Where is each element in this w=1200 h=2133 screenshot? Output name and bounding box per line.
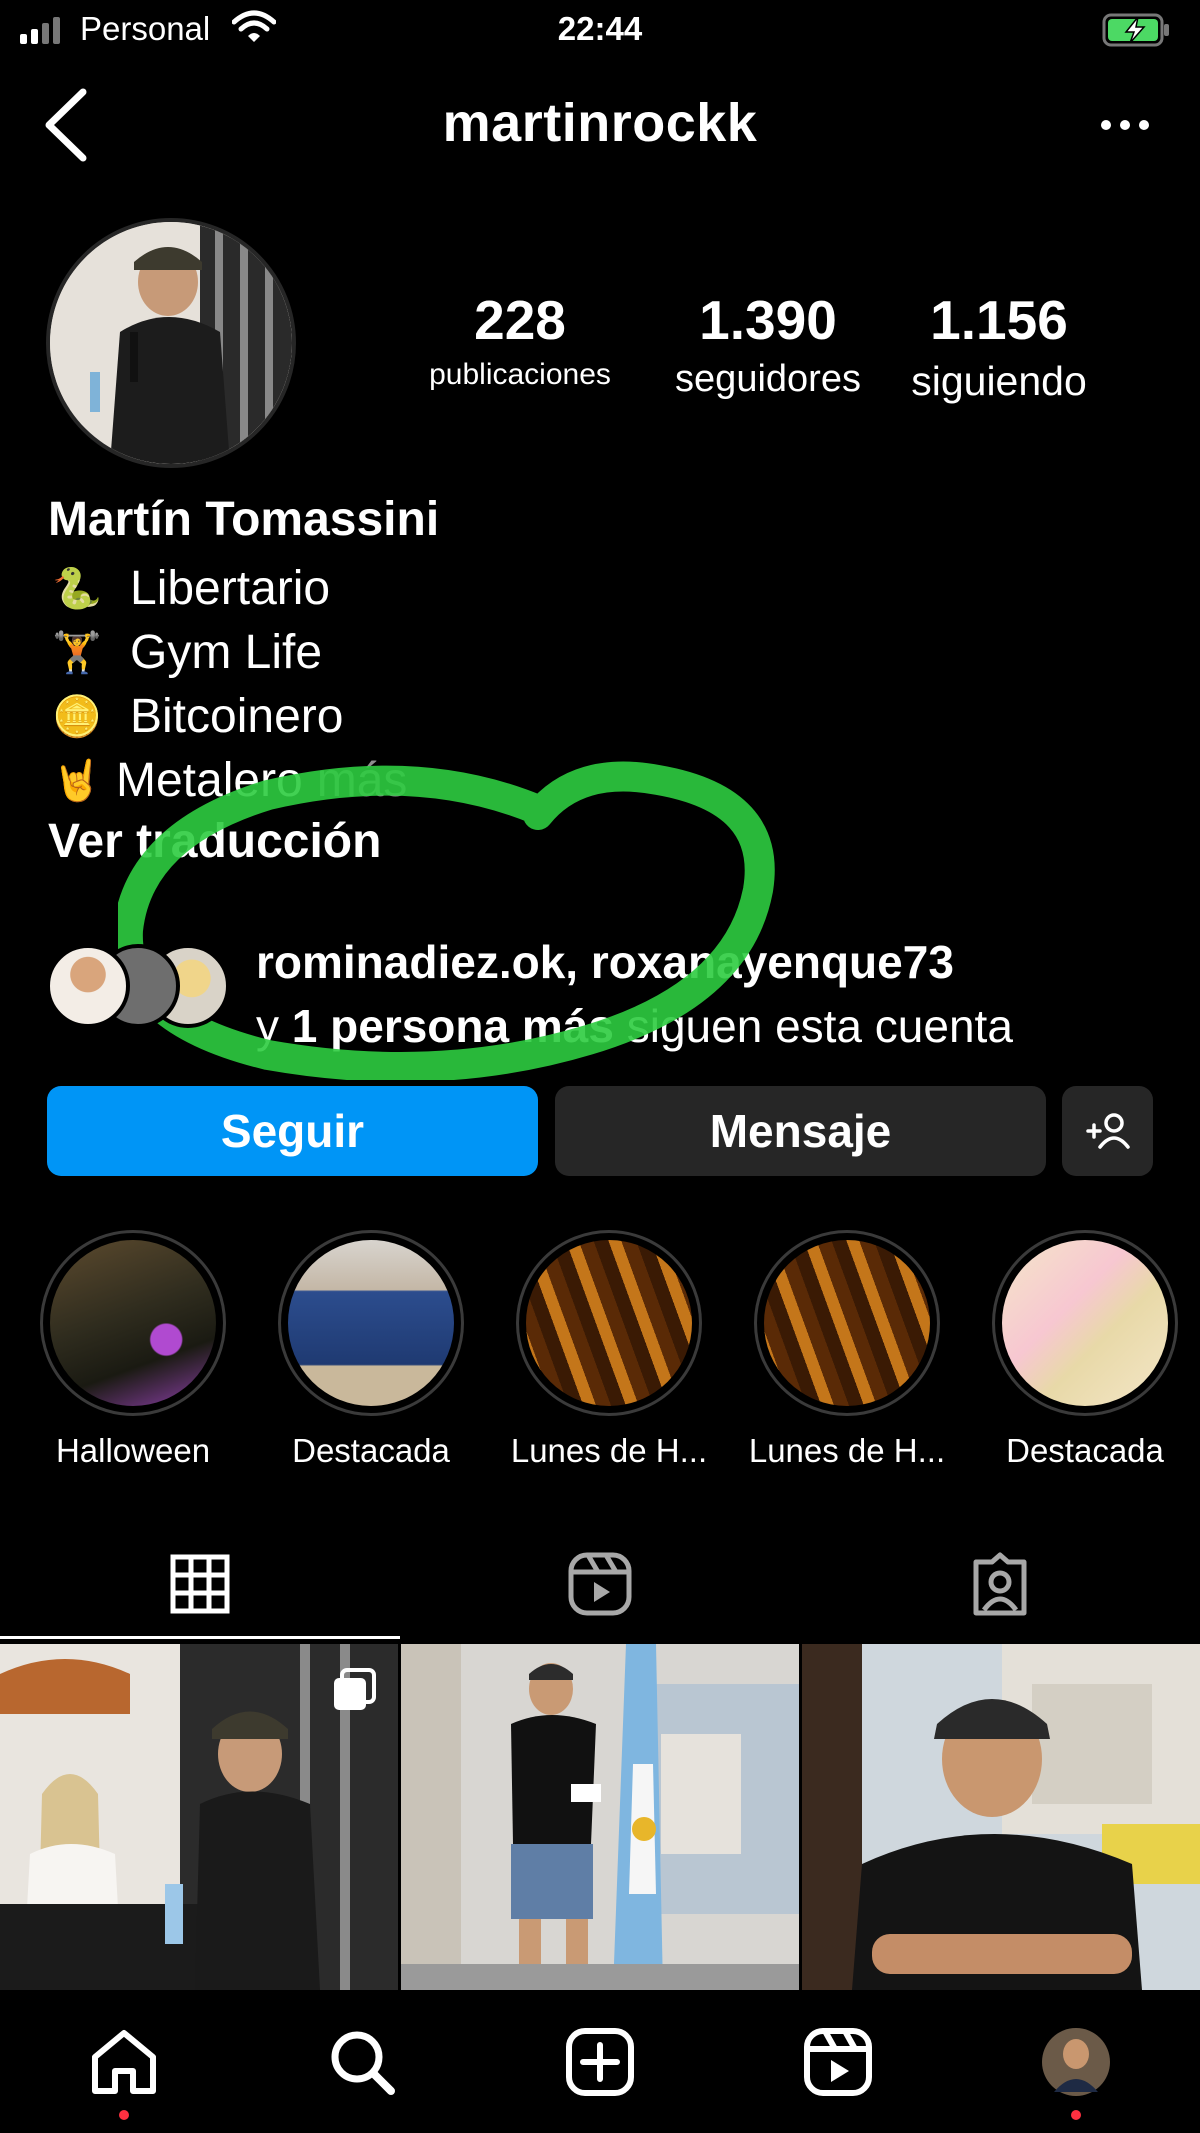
highlight-ring xyxy=(754,1230,940,1416)
tab-tagged[interactable] xyxy=(800,1530,1200,1638)
highlight-item[interactable]: Destacada xyxy=(980,1230,1190,1470)
create-icon[interactable] xyxy=(560,2022,640,2102)
highlight-label: Lunes de H... xyxy=(510,1432,708,1469)
home-notification-dot xyxy=(119,2110,129,2120)
reels-icon[interactable] xyxy=(798,2022,878,2102)
story-highlights: Halloween Destacada Lunes de H... Lunes … xyxy=(0,1230,1200,1470)
highlight-cover xyxy=(526,1240,692,1406)
reels-icon xyxy=(568,1552,632,1616)
highlight-item[interactable]: Destacada xyxy=(266,1230,476,1470)
bio-line: 🐍 Libertario xyxy=(48,556,1148,620)
tab-grid[interactable] xyxy=(0,1530,400,1638)
rock-hand-icon: 🤘 xyxy=(52,758,102,803)
home-icon[interactable] xyxy=(84,2022,164,2102)
highlight-ring xyxy=(278,1230,464,1416)
active-tab-indicator xyxy=(0,1636,400,1639)
posts-label: publicaciones xyxy=(429,358,611,391)
highlight-ring xyxy=(992,1230,1178,1416)
weightlifter-icon: 🏋 xyxy=(52,630,102,675)
stat-posts[interactable]: 228 publicaciones xyxy=(420,288,620,392)
followers-label: seguidores xyxy=(675,358,861,400)
profile-notification-dot xyxy=(1071,2110,1081,2120)
multiple-posts-icon xyxy=(330,1666,378,1719)
highlight-cover xyxy=(764,1240,930,1406)
status-bar: Personal 22:44 xyxy=(0,0,1200,62)
profile-username: martinrockk xyxy=(442,93,758,153)
stat-followers[interactable]: 1.390 seguidores xyxy=(658,288,878,401)
grid-icon xyxy=(170,1554,230,1614)
following-count: 1.156 xyxy=(930,289,1068,351)
following-label: siguiendo xyxy=(911,358,1087,404)
tab-reels[interactable] xyxy=(400,1530,800,1638)
follower-avatar xyxy=(46,944,130,1028)
bio-line: 🏋 Gym Life xyxy=(48,620,1148,684)
profile-header: martinrockk xyxy=(0,70,1200,180)
highlight-item[interactable]: Halloween xyxy=(28,1230,238,1470)
profile-tabs xyxy=(0,1530,1200,1640)
highlight-cover xyxy=(1002,1240,1168,1406)
highlight-item[interactable]: Lunes de H... xyxy=(504,1230,714,1470)
search-icon[interactable] xyxy=(322,2022,402,2102)
coin-icon: 🪙 xyxy=(52,694,102,739)
highlight-item[interactable]: Lunes de H... xyxy=(742,1230,952,1470)
posts-grid xyxy=(0,1644,1200,1990)
bio-line: 🪙 Bitcoinero xyxy=(48,684,1148,748)
highlight-ring xyxy=(40,1230,226,1416)
post-thumbnail[interactable] xyxy=(401,1644,799,1990)
profile-avatar[interactable] xyxy=(1036,2022,1116,2102)
clock: 22:44 xyxy=(557,10,643,47)
followers-count: 1.390 xyxy=(699,289,837,351)
more-options-icon[interactable] xyxy=(1090,100,1160,150)
highlight-label: Halloween xyxy=(55,1432,211,1469)
full-name: Martín Tomassini xyxy=(48,493,440,546)
highlight-label: Destacada xyxy=(292,1432,450,1469)
message-button[interactable]: Mensaje xyxy=(555,1086,1046,1176)
posts-count: 228 xyxy=(474,289,566,351)
highlight-label: Lunes de H... xyxy=(748,1432,946,1469)
profile-stats: 228 publicaciones 1.390 seguidores 1.156… xyxy=(420,288,1120,418)
highlight-cover xyxy=(50,1240,216,1406)
bottom-navigation xyxy=(0,1992,1200,2133)
post-thumbnail[interactable] xyxy=(802,1644,1200,1990)
bio-text: Gym Life xyxy=(130,625,323,679)
bio-text: Libertario xyxy=(130,561,331,615)
green-circle-annotation xyxy=(118,761,775,1080)
snake-icon: 🐍 xyxy=(52,566,102,611)
highlight-cover xyxy=(288,1240,454,1406)
highlight-ring xyxy=(516,1230,702,1416)
stat-following[interactable]: 1.156 siguiendo xyxy=(894,288,1104,405)
back-arrow-icon[interactable] xyxy=(36,80,96,170)
battery-charging-icon xyxy=(1102,12,1172,53)
tagged-icon xyxy=(973,1552,1027,1616)
highlight-label: Destacada xyxy=(1006,1432,1164,1469)
profile-avatar[interactable] xyxy=(46,218,296,468)
bio-text: Bitcoinero xyxy=(130,689,344,743)
add-user-icon[interactable] xyxy=(1062,1086,1153,1176)
follow-button[interactable]: Seguir xyxy=(47,1086,538,1176)
post-thumbnail[interactable] xyxy=(0,1644,398,1990)
